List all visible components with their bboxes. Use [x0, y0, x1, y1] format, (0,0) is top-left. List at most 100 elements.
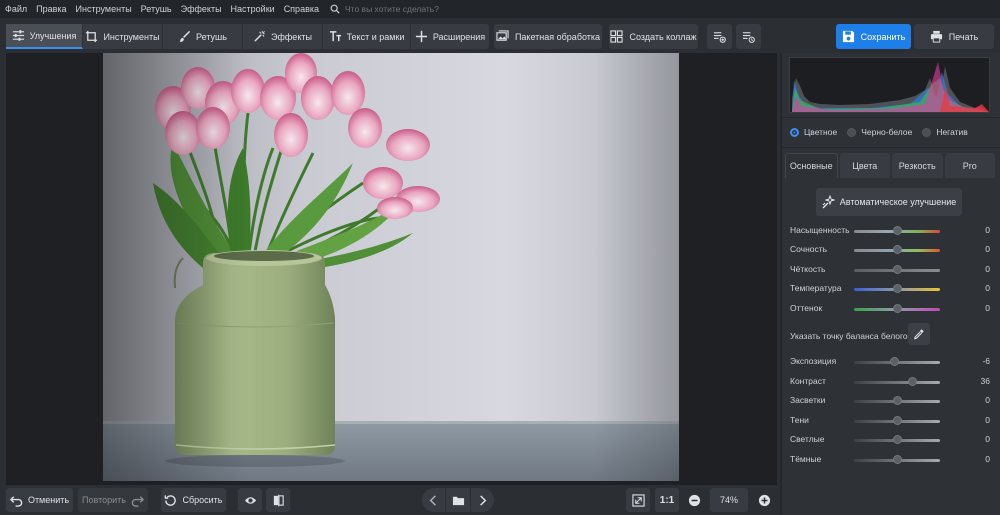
- tint-slider[interactable]: Оттенок 0: [790, 303, 990, 315]
- tab-retouch[interactable]: Ретушь: [163, 24, 243, 49]
- slider-knob[interactable]: [892, 265, 902, 274]
- contrast-slider[interactable]: Контраст 36: [790, 376, 990, 388]
- tab-enhancements[interactable]: Улучшения: [6, 24, 83, 49]
- redo-arrow-icon: [131, 495, 144, 507]
- actual-size-button[interactable]: 1:1: [655, 488, 679, 512]
- reset-button[interactable]: Сбросить: [161, 488, 226, 512]
- zoom-out-button[interactable]: [683, 488, 705, 512]
- tab-tools[interactable]: Инструменты: [83, 24, 163, 49]
- slider-knob[interactable]: [889, 357, 899, 366]
- tulip-photo: [103, 53, 679, 481]
- blacks-slider[interactable]: Тёмные 0: [790, 454, 990, 466]
- search-input[interactable]: [345, 4, 495, 14]
- menu-bar: Файл Правка Инструменты Ретушь Эффекты Н…: [0, 0, 1000, 18]
- floppy-disk-icon: [842, 30, 854, 43]
- compare-split-button[interactable]: [266, 488, 290, 512]
- tab-label: Расширения: [432, 31, 486, 42]
- clarity-slider[interactable]: Чёткость 0: [790, 264, 990, 276]
- create-collage-button[interactable]: Создать коллаж: [609, 24, 698, 49]
- slider-track[interactable]: [854, 381, 940, 384]
- search-icon: [330, 4, 340, 14]
- auto-enhance-button[interactable]: Автоматическое улучшение: [816, 188, 962, 216]
- canvas-area: [6, 53, 777, 485]
- preview-toggle-button[interactable]: [238, 488, 262, 512]
- tab-pro[interactable]: Pro: [944, 153, 995, 178]
- tab-text-frames[interactable]: Текст и рамки: [323, 24, 411, 49]
- printer-icon: [930, 30, 942, 43]
- menu-settings[interactable]: Настройки: [231, 4, 275, 14]
- vibrance-slider[interactable]: Сочность 0: [790, 244, 990, 256]
- undo-button[interactable]: Отменить: [6, 488, 73, 512]
- tab-basic[interactable]: Основные: [785, 153, 838, 178]
- tab-label: Эффекты: [271, 31, 312, 42]
- radio-dot: [922, 127, 932, 137]
- slider-knob[interactable]: [892, 304, 902, 313]
- slider-knob[interactable]: [892, 455, 902, 464]
- slider-knob[interactable]: [892, 396, 902, 405]
- list-clock-icon: [742, 32, 755, 43]
- magic-wand-icon: [254, 30, 265, 42]
- temperature-slider[interactable]: Температура 0: [790, 283, 990, 295]
- tab-label: Инструменты: [103, 31, 160, 42]
- zoom-level[interactable]: 74%: [710, 488, 748, 512]
- menu-file[interactable]: Файл: [5, 4, 27, 14]
- menu-effects[interactable]: Эффекты: [181, 4, 222, 14]
- exposure-slider[interactable]: Экспозиция -6: [790, 356, 990, 368]
- shadows-slider[interactable]: Тени 0: [790, 415, 990, 427]
- fullscreen-icon: [631, 493, 645, 507]
- whites-slider[interactable]: Светлые 0: [790, 434, 990, 446]
- tab-colors[interactable]: Цвета: [839, 153, 890, 178]
- panel-tabs: Основные Цвета Резкость Pro: [785, 153, 997, 178]
- tab-label: Текст и рамки: [346, 31, 405, 42]
- zoom-in-button[interactable]: [753, 488, 775, 512]
- print-button[interactable]: Печать: [914, 24, 994, 49]
- history-list-button[interactable]: [736, 24, 761, 49]
- redo-button[interactable]: Повторить: [78, 488, 148, 512]
- eyedropper-icon: [914, 329, 924, 340]
- tab-extensions[interactable]: Расширения: [411, 24, 489, 49]
- open-folder-button[interactable]: [446, 488, 470, 512]
- mode-bw-radio[interactable]: Черно-белое: [847, 127, 912, 137]
- bottom-bar: Отменить Повторить Сбросить 1:1 74%: [0, 485, 780, 515]
- slider-knob[interactable]: [907, 377, 917, 386]
- menu-help[interactable]: Справка: [284, 4, 319, 14]
- slider-knob[interactable]: [892, 245, 902, 254]
- adjustments-panel: Цветное Черно-белое Негатив Основные Цве…: [780, 53, 1000, 515]
- histogram: [789, 57, 990, 113]
- tab-effects[interactable]: Эффекты: [243, 24, 323, 49]
- previous-image-button[interactable]: [422, 488, 445, 512]
- slider-knob[interactable]: [892, 416, 902, 425]
- next-image-button[interactable]: [471, 488, 494, 512]
- menu-tools[interactable]: Инструменты: [76, 4, 132, 14]
- radio-dot: [847, 127, 857, 137]
- photo-preview[interactable]: [103, 53, 679, 481]
- slider-knob[interactable]: [892, 435, 902, 444]
- mode-negative-radio[interactable]: Негатив: [922, 127, 968, 137]
- menu-edit[interactable]: Правка: [36, 4, 66, 14]
- fit-to-screen-button[interactable]: [626, 488, 650, 512]
- divider: [782, 147, 1000, 148]
- split-compare-icon: [273, 493, 284, 507]
- add-to-queue-button[interactable]: [707, 24, 732, 49]
- slider-knob[interactable]: [892, 226, 902, 235]
- folder-icon: [452, 496, 464, 505]
- plus-icon: [415, 30, 427, 43]
- search-box: [330, 4, 495, 14]
- sliders-icon: [12, 30, 24, 41]
- save-button[interactable]: Сохранить: [836, 24, 911, 49]
- highlights-slider[interactable]: Засветки 0: [790, 395, 990, 407]
- tab-sharpness[interactable]: Резкость: [892, 153, 943, 178]
- eye-icon: [244, 496, 256, 504]
- text-icon: [329, 31, 341, 42]
- mode-color-radio[interactable]: Цветное: [790, 127, 837, 137]
- images-stack-icon: [496, 30, 509, 41]
- white-balance-picker-button[interactable]: [908, 323, 930, 345]
- minus-circle-icon: [688, 494, 700, 506]
- saturation-slider[interactable]: Насыщенность 0: [790, 225, 990, 237]
- batch-processing-button[interactable]: Пакетная обработка: [494, 24, 602, 49]
- tab-label: Улучшения: [29, 30, 77, 41]
- reset-icon: [165, 494, 177, 506]
- menu-retouch[interactable]: Ретушь: [141, 4, 172, 14]
- plus-circle-icon: [758, 494, 770, 506]
- slider-knob[interactable]: [892, 284, 902, 293]
